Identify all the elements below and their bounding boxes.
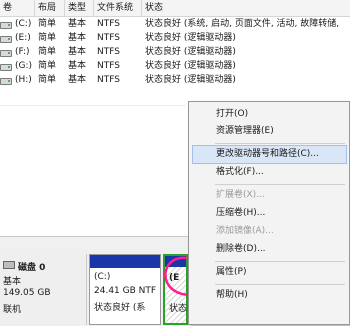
volume-layout: 简单 xyxy=(38,47,57,57)
volume-fs: NTFS xyxy=(97,47,120,57)
volume-name: (C:) xyxy=(15,19,32,29)
menu-item-extend-volume: 扩展卷(X)... xyxy=(216,190,265,200)
partition-bar xyxy=(165,256,186,267)
menu-item-help[interactable]: 帮助(H) xyxy=(216,287,248,303)
drive-icon xyxy=(0,22,12,29)
menu-item-open[interactable]: 打开(O) xyxy=(216,106,248,122)
menu-item-change-drive-letter[interactable]: 更改驱动器号和路径(C)... xyxy=(216,146,319,162)
volume-status: 状态良好 (系统, 启动, 页面文件, 活动, 故障转储, xyxy=(145,19,340,29)
volume-layout: 简单 xyxy=(38,19,57,29)
volume-type: 基本 xyxy=(68,47,87,57)
column-header-layout[interactable]: 布局 xyxy=(35,0,65,16)
volume-layout: 简单 xyxy=(38,61,57,71)
volume-type: 基本 xyxy=(68,61,87,71)
volume-row[interactable]: (G:) 简单 基本 NTFS 状态良好 (逻辑驱动器) xyxy=(0,60,350,73)
menu-separator xyxy=(215,143,345,144)
menu-item-explorer[interactable]: 资源管理器(E) xyxy=(216,123,274,139)
disk-name: 磁盘 0 xyxy=(18,263,46,273)
drive-icon xyxy=(0,78,12,85)
divider xyxy=(0,105,186,106)
menu-separator xyxy=(215,261,345,262)
volume-fs: NTFS xyxy=(97,33,120,43)
volume-name: (G:) xyxy=(15,61,33,71)
context-menu: 打开(O) 资源管理器(E) 更改驱动器号和路径(C)... 格式化(F)...… xyxy=(188,101,350,325)
volume-status: 状态良好 (逻辑驱动器) xyxy=(145,75,236,85)
menu-separator xyxy=(215,184,345,185)
volume-layout: 简单 xyxy=(38,75,57,85)
partition-status: 状态 xyxy=(169,304,188,314)
column-header-volume[interactable]: 卷 xyxy=(0,0,35,16)
volume-name: (E:) xyxy=(15,33,31,43)
menu-item-properties[interactable]: 属性(P) xyxy=(216,264,246,280)
disk-icon xyxy=(3,261,15,269)
partition-size: 24.41 GB NTF xyxy=(94,286,157,296)
disk-state: 联机 xyxy=(3,305,22,315)
menu-item-delete-volume[interactable]: 删除卷(D)... xyxy=(216,241,266,257)
disk-size: 149.05 GB xyxy=(3,288,51,298)
volume-fs: NTFS xyxy=(97,75,120,85)
volume-status: 状态良好 (逻辑驱动器) xyxy=(145,47,236,57)
partition-e-selected[interactable]: (E 状态 xyxy=(163,254,188,325)
partition-label: (C:) xyxy=(94,272,111,282)
volume-fs: NTFS xyxy=(97,61,120,71)
volume-row[interactable]: (C:) 简单 基本 NTFS 状态良好 (系统, 启动, 页面文件, 活动, … xyxy=(0,18,350,31)
volume-row[interactable]: (H:) 简单 基本 NTFS 状态良好 (逻辑驱动器) xyxy=(0,74,350,87)
column-header-status[interactable]: 状态 xyxy=(142,0,350,16)
disk-type: 基本 xyxy=(3,277,22,287)
volume-fs: NTFS xyxy=(97,19,120,29)
volume-list-header: 卷 布局 类型 文件系统 状态 xyxy=(0,0,350,17)
volume-status: 状态良好 (逻辑驱动器) xyxy=(145,61,236,71)
menu-item-shrink-volume[interactable]: 压缩卷(H)... xyxy=(216,205,265,221)
volume-type: 基本 xyxy=(68,75,87,85)
volume-status: 状态良好 (逻辑驱动器) xyxy=(145,33,236,43)
column-header-type[interactable]: 类型 xyxy=(65,0,94,16)
partition-bar xyxy=(90,255,160,268)
partition-label: (E xyxy=(169,273,180,283)
partition-status: 状态良好 (系 xyxy=(94,303,146,313)
menu-separator xyxy=(215,284,345,285)
volume-type: 基本 xyxy=(68,19,87,29)
drive-icon xyxy=(0,64,12,71)
drive-icon xyxy=(0,36,12,43)
column-header-filesystem[interactable]: 文件系统 xyxy=(94,0,142,16)
drive-icon xyxy=(0,50,12,57)
volume-name: (F:) xyxy=(15,47,30,57)
partition-c[interactable]: (C:) 24.41 GB NTF 状态良好 (系 xyxy=(89,254,161,325)
volume-row[interactable]: (E:) 简单 基本 NTFS 状态良好 (逻辑驱动器) xyxy=(0,32,350,45)
volume-row[interactable]: (F:) 简单 基本 NTFS 状态良好 (逻辑驱动器) xyxy=(0,46,350,59)
volume-name: (H:) xyxy=(15,75,32,85)
disk-info-panel[interactable]: 磁盘 0 基本 149.05 GB 联机 xyxy=(0,254,87,325)
volume-type: 基本 xyxy=(68,33,87,43)
menu-item-format[interactable]: 格式化(F)... xyxy=(216,164,264,180)
volume-layout: 简单 xyxy=(38,33,57,43)
menu-item-add-mirror: 添加镜像(A)... xyxy=(216,226,274,236)
